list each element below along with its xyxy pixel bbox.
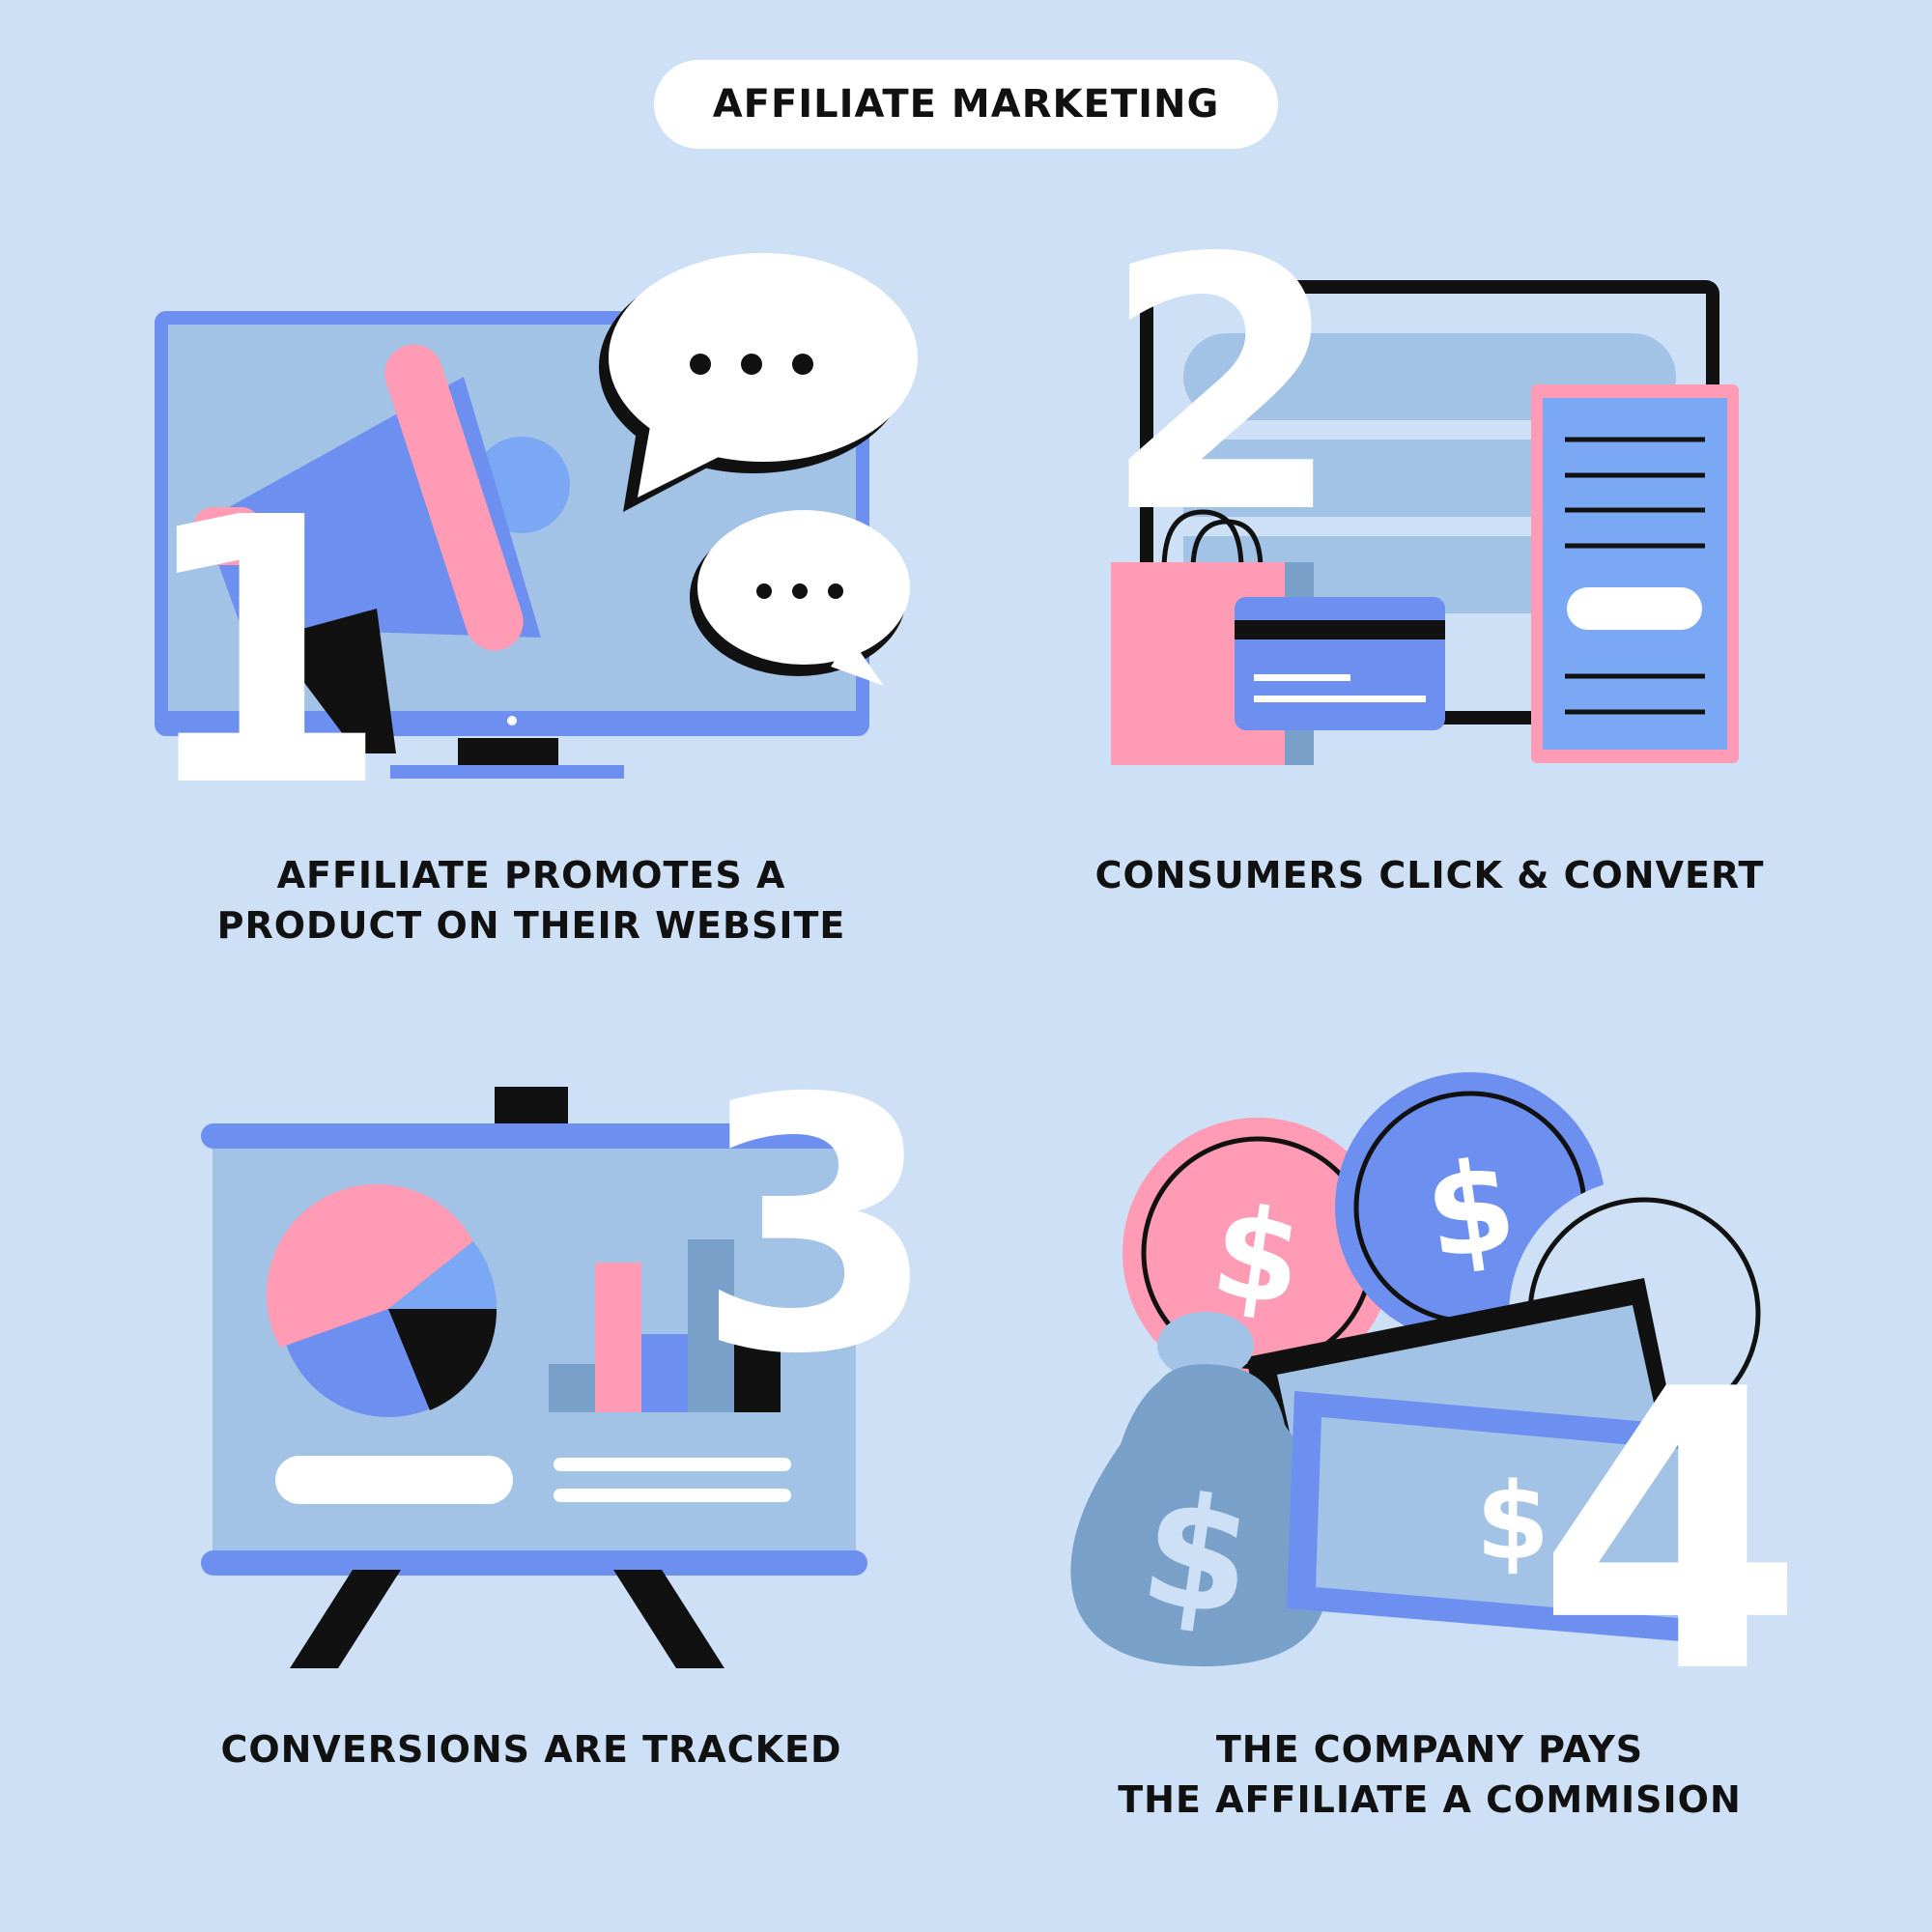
caption-line: CONSUMERS CLICK & CONVERT xyxy=(1094,854,1765,896)
step-number: 3 xyxy=(696,1067,938,1430)
caption-line: THE COMPANY PAYS xyxy=(1215,1728,1644,1771)
receipt-icon xyxy=(1531,384,1739,763)
step-2-caption: CONSUMERS CLICK & CONVERT xyxy=(995,850,1864,900)
label-bar-icon xyxy=(275,1456,513,1504)
step-2-illustration: 2 xyxy=(1101,232,1739,765)
step-1-caption: AFFILIATE PROMOTES A PRODUCT ON THEIR WE… xyxy=(97,850,966,951)
caption-line: PRODUCT ON THEIR WEBSITE xyxy=(216,904,846,947)
caption-line: AFFILIATE PROMOTES A xyxy=(276,854,786,896)
step-4-illustration: $ $ $ $ 4 xyxy=(1070,1072,1804,1686)
step-number: 1 xyxy=(135,440,390,792)
step-number: 2 xyxy=(1101,232,1344,589)
step-4: $ $ $ $ 4 THE COMPANY PAYS THE AFFILIATE… xyxy=(995,1067,1864,1840)
step-2: 2 CONSUMERS CLICK & CONVERT xyxy=(995,232,1864,966)
speech-bubble-icon xyxy=(599,253,918,512)
step-1-illustration: 1 xyxy=(135,253,918,792)
text-line-icon xyxy=(554,1489,791,1502)
caption-line: THE AFFILIATE A COMMISION xyxy=(1118,1778,1742,1821)
title-badge: AFFILIATE MARKETING xyxy=(654,60,1278,149)
step-3-caption: CONVERSIONS ARE TRACKED xyxy=(97,1724,966,1775)
step-number: 4 xyxy=(1536,1309,1804,1686)
step-4-caption: THE COMPANY PAYS THE AFFILIATE A COMMISI… xyxy=(995,1724,1864,1825)
credit-card-icon xyxy=(1235,597,1445,730)
page-title: AFFILIATE MARKETING xyxy=(712,82,1220,127)
text-line-icon xyxy=(554,1458,791,1471)
step-3-illustration: 3 xyxy=(201,1067,938,1668)
step-3: 3 CONVERSIONS ARE TRACKED xyxy=(97,1067,966,1840)
caption-line: CONVERSIONS ARE TRACKED xyxy=(220,1728,842,1771)
step-1: 1 AFFILIATE PROMOTES A PRODUCT ON THEIR … xyxy=(97,232,966,966)
